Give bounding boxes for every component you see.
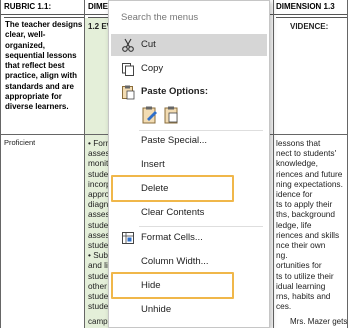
grid-vline: [84, 0, 85, 328]
menu-item-cut-label: Cut: [141, 39, 156, 50]
grid-vline: [273, 0, 274, 328]
menu-item-column-width-label: Column Width...: [141, 256, 209, 267]
menu-item-paste-special[interactable]: Paste Special...: [111, 130, 267, 152]
hide-highlight-box: [111, 272, 234, 299]
menu-item-unhide-label: Unhide: [141, 304, 172, 315]
paste-values-icon[interactable]: [163, 105, 181, 125]
header-evidence: VIDENCE:: [290, 22, 329, 31]
clipboard-icon: [120, 84, 136, 100]
menu-item-column-width[interactable]: Column Width...: [111, 251, 267, 273]
header-dimension-1-3: DIMENSION 1.3: [276, 0, 348, 18]
header-rubric: RUBRIC 1.1:: [4, 0, 84, 18]
menu-item-paste-options: Paste Options:: [111, 81, 267, 103]
copy-icon: [120, 61, 136, 77]
rubric-description: The teacher designs clear, well- organiz…: [5, 20, 83, 112]
delete-highlight-box: [111, 175, 234, 202]
menu-item-copy-label: Copy: [141, 63, 164, 74]
menu-item-format-cells-label: Format Cells...: [141, 232, 203, 243]
menu-item-format-cells[interactable]: Format Cells...: [111, 227, 267, 249]
menu-item-unhide[interactable]: Unhide: [111, 299, 267, 321]
search-menus-input[interactable]: Search the menus: [117, 9, 262, 27]
paste-options-heading: Paste Options:: [141, 86, 209, 97]
menu-item-paste-special-label: Paste Special...: [141, 135, 208, 146]
menu-item-insert[interactable]: Insert: [111, 154, 267, 176]
menu-item-clear-contents[interactable]: Clear Contents: [111, 202, 267, 224]
scissors-icon: [120, 37, 136, 53]
menu-item-insert-label: Insert: [141, 159, 165, 170]
context-menu: Search the menus Cut Copy Paste Options:…: [108, 0, 270, 328]
paste-keep-formatting-icon[interactable]: [141, 105, 159, 125]
evidence-text-right-bottom: Mrs. Mazer gets: [290, 317, 348, 326]
header-dimension-1-2: DIMENSION 1.2: [88, 0, 110, 18]
menu-item-clear-contents-label: Clear Contents: [141, 207, 205, 218]
grid-vline: [0, 0, 1, 328]
format-cells-icon: [120, 230, 136, 246]
menu-item-cut[interactable]: Cut: [111, 34, 267, 56]
evidence-text-right: lessons that nect to students' knowledge…: [276, 138, 343, 312]
proficient-label: Proficient: [4, 138, 36, 147]
menu-item-copy[interactable]: Copy: [111, 58, 267, 80]
